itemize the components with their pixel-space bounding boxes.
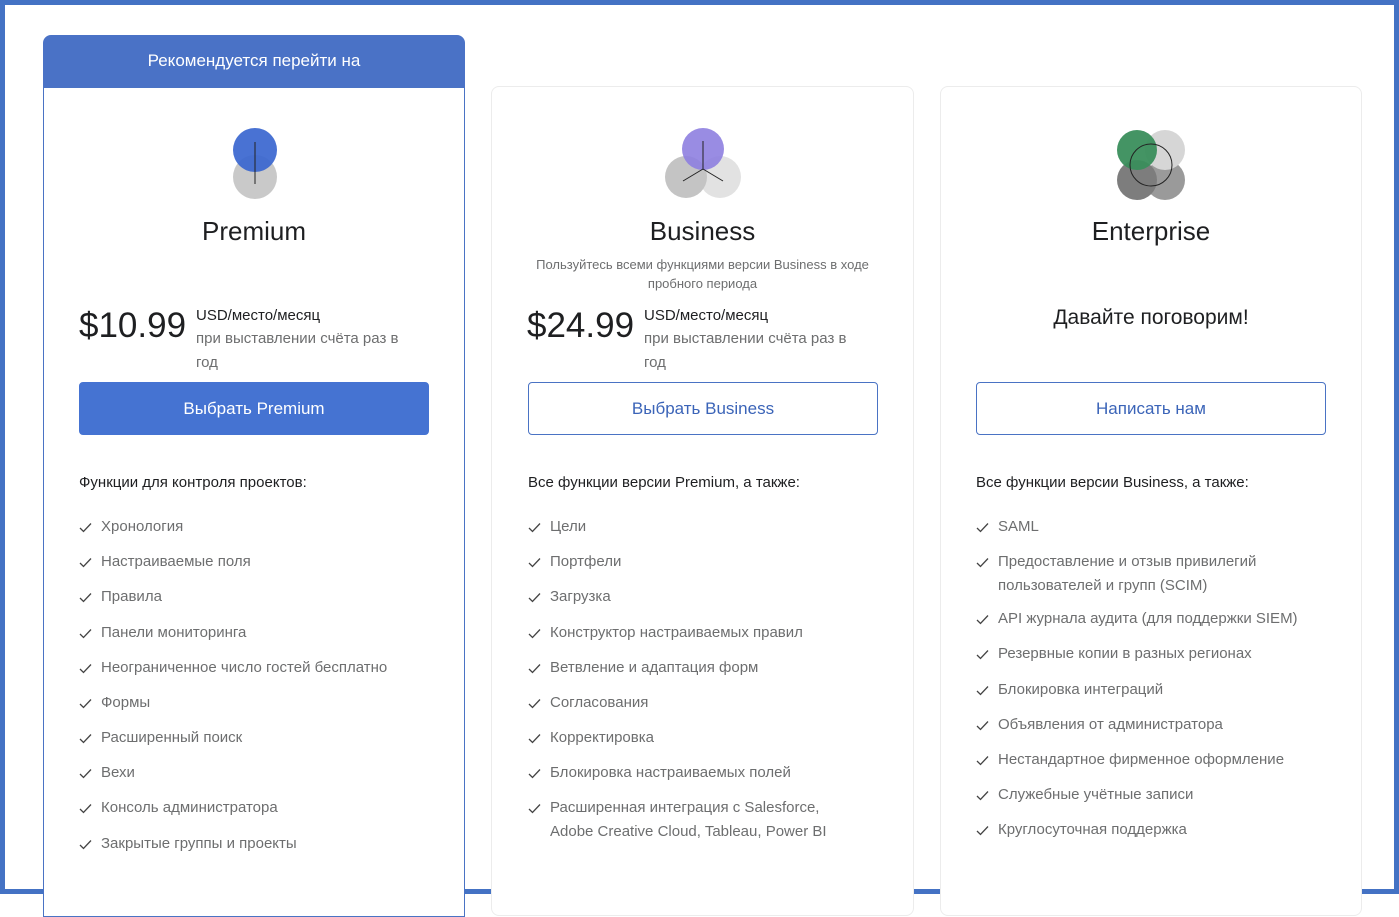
- premium-logo-icon: [233, 128, 277, 199]
- price-unit: USD/место/месяц: [644, 307, 769, 324]
- feature-label: Расширенная интеграция с Salesforce, Ado…: [550, 799, 827, 840]
- recommended-banner: Рекомендуется перейти на: [43, 35, 465, 87]
- features-heading: Все функции версии Premium, а также:: [528, 474, 800, 491]
- checkmark-icon: [79, 593, 92, 603]
- price-unit: USD/место/месяц: [196, 307, 321, 324]
- feature-label: Цели: [550, 518, 587, 535]
- checkmark-icon: [79, 629, 92, 639]
- checkmark-icon: [79, 734, 92, 744]
- checkmark-icon: [976, 615, 989, 625]
- feature-label: Правила: [101, 588, 162, 605]
- feature-label: SAML: [998, 518, 1039, 535]
- checkmark-icon: [79, 558, 92, 568]
- plan-card-business: Business Пользуйтесь всеми функциями вер…: [491, 86, 914, 916]
- checkmark-icon: [79, 840, 92, 850]
- plan-title: Premium: [201, 216, 306, 246]
- feature-label: Консоль администратора: [101, 799, 278, 816]
- checkmark-icon: [528, 699, 541, 709]
- feature-label: Настраиваемые поля: [101, 553, 251, 570]
- price-note: при выставлении счёта раз в год: [196, 330, 399, 371]
- feature-label: Формы: [101, 694, 151, 711]
- select-business-button[interactable]: Выбрать Business: [528, 382, 878, 435]
- plan-title: Enterprise: [1091, 216, 1211, 246]
- enterprise-logo-icon: [1117, 130, 1185, 200]
- checkmark-icon: [976, 558, 989, 568]
- checkmark-icon: [976, 756, 989, 766]
- feature-label: Ветвление и адаптация форм: [550, 659, 759, 676]
- checkmark-icon: [976, 686, 989, 696]
- contact-headline: Давайте поговорим!: [1053, 306, 1249, 329]
- feature-label: Загрузка: [550, 588, 611, 605]
- checkmark-icon: [528, 734, 541, 744]
- feature-label: Согласования: [550, 694, 649, 711]
- feature-label: Хронология: [101, 518, 184, 535]
- feature-label: Неограниченное число гостей бесплатно: [101, 659, 388, 676]
- checkmark-icon: [976, 721, 989, 731]
- checkmark-icon: [528, 629, 541, 639]
- plan-card-premium: Premium $10.99 USD/место/месяц при выста…: [43, 87, 465, 917]
- checkmark-icon: [79, 769, 92, 779]
- feature-label: Панели мониторинга: [101, 624, 247, 641]
- feature-label: Блокировка интеграций: [998, 681, 1164, 698]
- checkmark-icon: [79, 804, 92, 814]
- feature-label: Закрытые группы и проекты: [101, 835, 297, 852]
- feature-label: Портфели: [550, 553, 622, 570]
- feature-label: Вехи: [101, 764, 135, 781]
- plan-subtitle: Пользуйтесь всеми функциями версии Busin…: [536, 257, 869, 291]
- checkmark-icon: [528, 558, 541, 568]
- feature-label: Круглосуточная поддержка: [998, 821, 1187, 838]
- feature-label: Предоставление и отзыв привилегий пользо…: [998, 553, 1257, 594]
- recommended-banner-text: Рекомендуется перейти на: [147, 51, 361, 70]
- checkmark-icon: [528, 769, 541, 779]
- feature-label: Блокировка настраиваемых полей: [550, 764, 791, 781]
- business-logo-icon: [665, 128, 741, 198]
- checkmark-icon: [528, 804, 541, 814]
- price-note: при выставлении счёта раз в год: [644, 330, 847, 371]
- features-heading: Функции для контроля проектов:: [79, 474, 307, 491]
- plan-price: $10.99: [79, 306, 187, 345]
- feature-label: Нестандартное фирменное оформление: [998, 751, 1285, 768]
- checkmark-icon: [528, 664, 541, 674]
- checkmark-icon: [528, 593, 541, 603]
- plan-price: $24.99: [527, 306, 635, 345]
- checkmark-icon: [79, 523, 92, 533]
- select-premium-button[interactable]: Выбрать Premium: [79, 382, 429, 435]
- checkmark-icon: [976, 826, 989, 836]
- checkmark-icon: [976, 523, 989, 533]
- contact-us-button[interactable]: Написать нам: [976, 382, 1326, 435]
- feature-label: Конструктор настраиваемых правил: [550, 624, 803, 641]
- checkmark-icon: [976, 791, 989, 801]
- feature-label: Служебные учётные записи: [998, 786, 1194, 803]
- plan-title: Business: [649, 216, 756, 246]
- checkmark-icon: [79, 664, 92, 674]
- checkmark-icon: [79, 699, 92, 709]
- feature-label: Расширенный поиск: [101, 729, 243, 746]
- feature-label: Объявления от администратора: [998, 716, 1223, 733]
- plan-card-enterprise: Enterprise Давайте поговорим! Написать н…: [940, 86, 1362, 916]
- feature-label: Корректировка: [550, 729, 654, 746]
- feature-label: Резервные копии в разных регионах: [998, 645, 1252, 662]
- features-heading: Все функции версии Business, а также:: [976, 474, 1249, 491]
- checkmark-icon: [976, 650, 989, 660]
- feature-label: API журнала аудита (для поддержки SIEM): [998, 610, 1298, 627]
- checkmark-icon: [528, 523, 541, 533]
